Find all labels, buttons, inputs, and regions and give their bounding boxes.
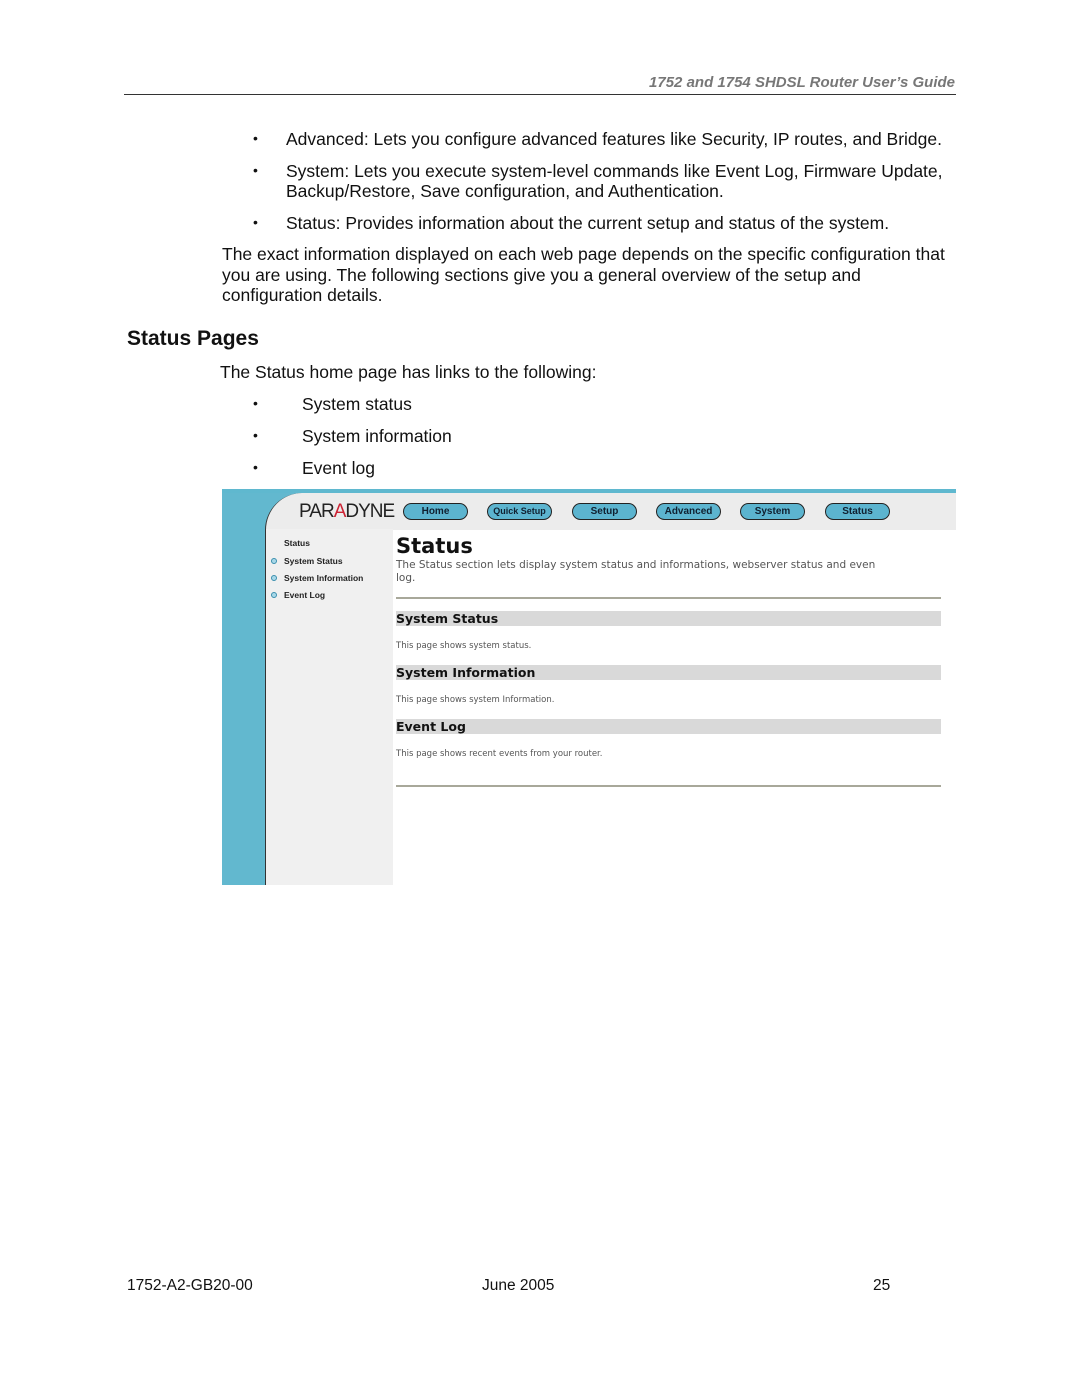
footer-date: June 2005	[482, 1277, 555, 1294]
divider	[396, 597, 941, 599]
status-link-item: Event log	[302, 458, 375, 478]
paragraph-line: configuration details.	[222, 285, 383, 305]
bullet-circle-icon	[271, 592, 277, 598]
description-line: The Status section lets display system s…	[396, 559, 876, 571]
sidebar-item-system-status[interactable]: System Status	[284, 556, 343, 566]
nav-status-button[interactable]: Status	[825, 503, 890, 520]
bullet-icon: •	[253, 162, 258, 178]
description-line: log.	[396, 572, 416, 584]
nav-setup-button[interactable]: Setup	[572, 503, 637, 520]
bullet-icon: •	[253, 427, 258, 443]
footer-page-number: 25	[873, 1277, 891, 1294]
top-accent-stripe	[222, 489, 956, 493]
paragraph-line: you are using. The following sections gi…	[222, 265, 861, 285]
document-page: { "header":{"title":"1752 and 1754 SHDSL…	[0, 0, 1080, 1397]
section-bar-system-information: System Information	[396, 665, 941, 680]
running-header: 1752 and 1754 SHDSL Router User’s Guide	[649, 74, 955, 91]
bullet-status: Status: Provides information about the c…	[286, 213, 890, 233]
bullet-advanced: Advanced: Lets you configure advanced fe…	[286, 129, 942, 149]
nav-quick-setup-button[interactable]: Quick Setup	[487, 503, 552, 520]
bullet-icon: •	[253, 459, 258, 475]
footer-doc-id: 1752-A2-GB20-00	[127, 1277, 253, 1294]
bullet-circle-icon	[271, 558, 277, 564]
status-link-item: System information	[302, 426, 452, 446]
status-intro: The Status home page has links to the fo…	[220, 362, 597, 382]
bullet-system: System: Lets you execute system-level co…	[286, 161, 943, 181]
bullet-icon: •	[253, 214, 258, 230]
nav-home-button[interactable]: Home	[403, 503, 468, 520]
paragraph-line: The exact information displayed on each …	[222, 244, 945, 264]
page-title: Status	[396, 534, 473, 558]
sidebar-item-system-information[interactable]: System Information	[284, 573, 363, 583]
bullet-system-cont: Backup/Restore, Save configuration, and …	[286, 181, 724, 201]
status-page-screenshot: PARADYNE Home Quick Setup Setup Advanced…	[222, 489, 956, 885]
bullet-icon: •	[253, 130, 258, 146]
section-heading: Status Pages	[127, 327, 259, 350]
nav-system-button[interactable]: System	[740, 503, 805, 520]
section-bar-system-status: System Status	[396, 611, 941, 626]
divider	[396, 785, 941, 787]
section-text: This page shows recent events from your …	[396, 749, 603, 759]
left-accent-band	[222, 489, 265, 885]
section-bar-event-log: Event Log	[396, 719, 941, 734]
paradyne-logo: PARADYNE	[299, 501, 395, 522]
bullet-icon: •	[253, 395, 258, 411]
bullet-circle-icon	[271, 575, 277, 581]
header-rule	[124, 94, 956, 95]
section-text: This page shows system Information.	[396, 695, 555, 705]
status-link-item: System status	[302, 394, 412, 414]
section-text: This page shows system status.	[396, 641, 532, 651]
sidebar-item-event-log[interactable]: Event Log	[284, 590, 325, 600]
sidebar-title: Status	[284, 538, 310, 548]
nav-advanced-button[interactable]: Advanced	[656, 503, 721, 520]
